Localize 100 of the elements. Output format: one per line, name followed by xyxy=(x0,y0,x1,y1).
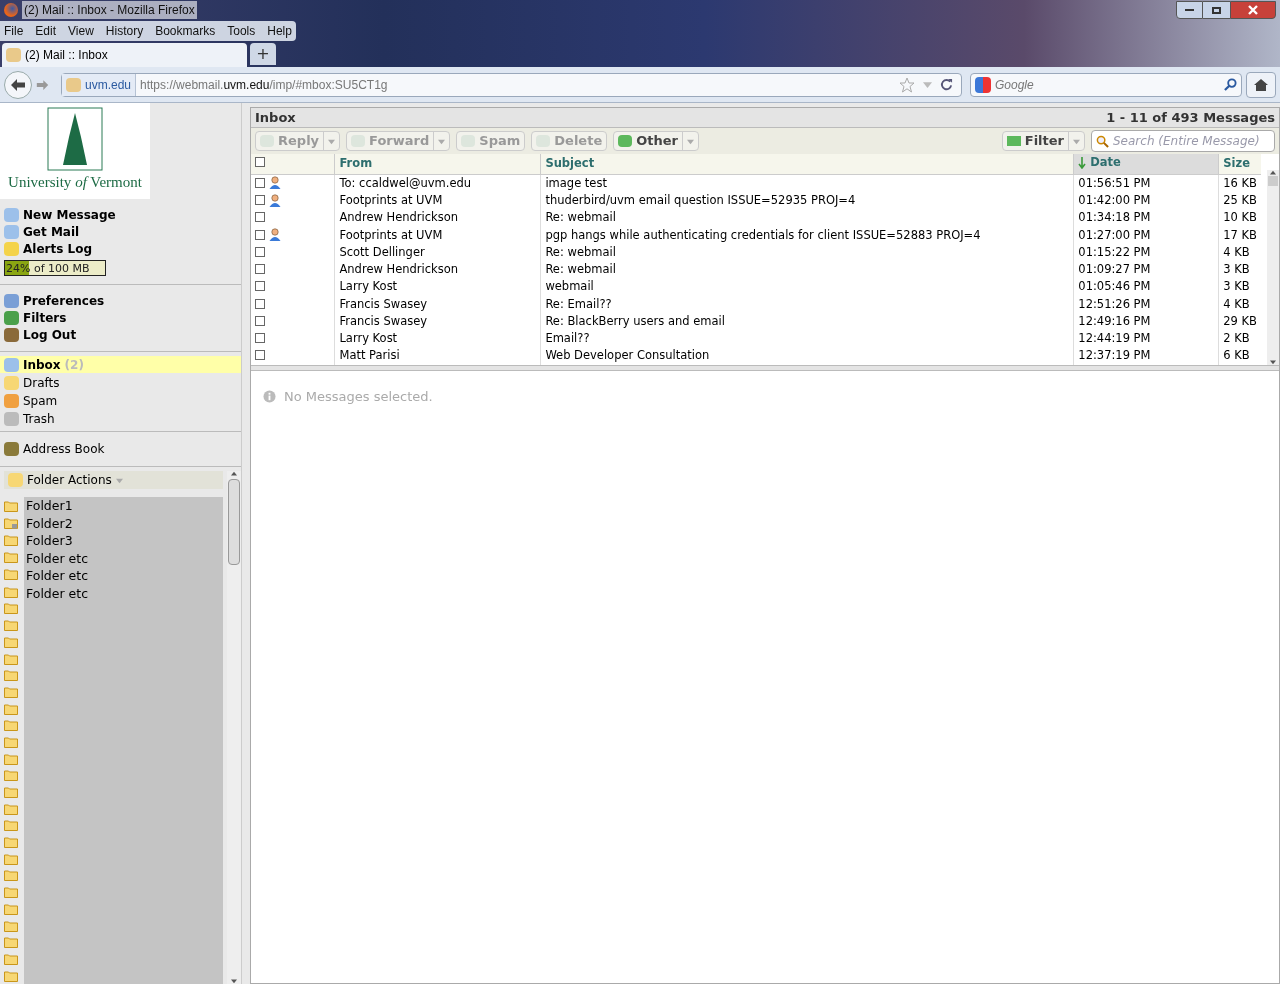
menu-item[interactable]: Tools xyxy=(227,22,256,40)
menu-item[interactable]: Edit xyxy=(35,22,57,40)
toolbar-button[interactable]: Other xyxy=(613,131,699,151)
sidebar-link[interactable]: Log Out xyxy=(23,326,77,344)
row-checkbox[interactable] xyxy=(255,177,265,188)
folder-icon xyxy=(4,902,18,915)
message-row[interactable]: Francis Swasey Re: Email?? 12:51:26 PM 4 KB xyxy=(251,295,1261,313)
sidebar-link[interactable]: New Message xyxy=(23,206,116,224)
maximize-button[interactable] xyxy=(1203,1,1230,19)
column-header[interactable]: From xyxy=(334,154,541,175)
search-field[interactable]: Google xyxy=(970,72,1242,97)
minimize-button[interactable] xyxy=(1176,1,1203,19)
search-icon xyxy=(1096,134,1109,148)
menu-item[interactable]: Bookmarks xyxy=(155,22,216,40)
menu-item[interactable]: Help xyxy=(267,22,292,40)
folder-actions-bar[interactable]: Folder Actions xyxy=(4,471,223,489)
menu-item[interactable]: History xyxy=(105,22,144,40)
folder-item[interactable]: Folder etc xyxy=(24,567,223,585)
menu-item[interactable]: View xyxy=(68,22,94,40)
row-checkbox[interactable] xyxy=(255,315,265,326)
mailbox-item[interactable]: Inbox (2) xyxy=(0,356,241,373)
subject-cell: image test xyxy=(540,174,1074,193)
row-checkbox[interactable] xyxy=(255,229,265,240)
scroll-down-arrow-icon[interactable] xyxy=(231,978,237,984)
search-icon[interactable] xyxy=(1224,78,1237,91)
subject-cell: webmail xyxy=(540,278,1074,296)
sender-cell: Larry Kost xyxy=(334,330,541,348)
message-row[interactable]: Footprints at UVM pgp hangs while authenticating credentials for client ISSUE=52883 PROJ=4 01:27:00 PM 17 KB xyxy=(251,226,1261,244)
mailbox-item[interactable]: Spam xyxy=(0,392,241,409)
folder-item[interactable]: Folder3 xyxy=(24,532,223,550)
mailbox-item[interactable]: Trash xyxy=(0,410,241,427)
size-cell: 6 KB xyxy=(1218,347,1261,365)
folder-icon xyxy=(4,702,18,715)
subject-cell: Re: BlackBerry users and email xyxy=(540,312,1074,331)
scrollbar[interactable] xyxy=(227,471,241,984)
sidebar-link[interactable]: Preferences xyxy=(23,292,105,310)
row-checkbox[interactable] xyxy=(255,212,265,223)
date-cell: 01:27:00 PM xyxy=(1073,226,1219,244)
message-count: 1 - 11 of 493 Messages xyxy=(1106,108,1275,127)
row-checkbox[interactable] xyxy=(255,298,265,309)
message-row[interactable]: Larry Kost webmail 01:05:46 PM 3 KB xyxy=(251,278,1261,296)
mailbox-item[interactable]: Drafts xyxy=(0,374,241,391)
sidebar-link[interactable]: Filters xyxy=(23,309,67,327)
scroll-up-arrow-icon[interactable] xyxy=(231,471,237,477)
size-cell: 4 KB xyxy=(1218,295,1261,313)
sidebar-link[interactable]: Address Book xyxy=(23,440,105,458)
folder-item[interactable]: Folder2 xyxy=(24,514,223,532)
message-row[interactable]: To: ccaldwel@uvm.edu image test 01:56:51 PM 16 KB xyxy=(251,174,1261,193)
url-field[interactable]: uvm.edu https://webmail.uvm.edu/imp/#mbox:SU5CT1g xyxy=(61,72,962,97)
folder-icon xyxy=(4,752,18,765)
sender-cell: Francis Swasey xyxy=(334,295,541,313)
message-row[interactable]: Footprints at UVM thuderbird/uvm email question ISSUE=52935 PROJ=4 01:42:00 PM 25 KB xyxy=(251,192,1261,210)
close-button[interactable] xyxy=(1230,1,1276,19)
row-checkbox[interactable] xyxy=(255,264,265,275)
folder-icon xyxy=(4,735,18,748)
scroll-up-arrow-icon[interactable] xyxy=(1270,170,1276,176)
size-cell: 10 KB xyxy=(1218,209,1261,227)
message-row[interactable]: Andrew Hendrickson Re: webmail 01:09:27 PM 3 KB xyxy=(251,261,1261,279)
reload-icon[interactable] xyxy=(940,78,953,91)
date-cell: 01:15:22 PM xyxy=(1073,243,1219,262)
row-checkbox[interactable] xyxy=(255,246,265,257)
sidebar-link[interactable]: Get Mail xyxy=(23,223,80,241)
size-cell: 2 KB xyxy=(1218,330,1261,348)
row-checkbox[interactable] xyxy=(255,333,265,344)
sender-cell: Larry Kost xyxy=(334,278,541,296)
browser-logo-icon xyxy=(4,3,18,17)
home-button[interactable] xyxy=(1246,71,1276,98)
scroll-down-arrow-icon[interactable] xyxy=(1270,358,1276,365)
folder-icon xyxy=(4,852,18,865)
row-checkbox[interactable] xyxy=(255,281,265,292)
folder-item[interactable]: Folder etc xyxy=(24,549,223,567)
new-tab-button[interactable]: + xyxy=(250,43,276,65)
scroll-thumb[interactable] xyxy=(1268,176,1278,186)
message-row[interactable]: Francis Swasey Re: BlackBerry users and email 12:49:16 PM 29 KB xyxy=(251,312,1261,331)
folder-icon xyxy=(4,619,18,632)
back-button[interactable] xyxy=(4,70,32,99)
filter-button[interactable]: Filter xyxy=(1001,131,1085,151)
browser-tab[interactable]: (2) Mail :: Inbox xyxy=(2,43,247,67)
select-all-checkbox[interactable] xyxy=(255,157,265,168)
url-text: https://webmail.uvm.edu/imp/#mbox:SU5CT1g xyxy=(139,76,389,94)
message-row[interactable]: Andrew Hendrickson Re: webmail 01:34:18 PM 10 KB xyxy=(251,209,1261,227)
row-checkbox[interactable] xyxy=(255,350,265,361)
message-row[interactable]: Larry Kost Email?? 12:44:19 PM 2 KB xyxy=(251,330,1261,348)
message-row[interactable]: Scott Dellinger Re: webmail 01:15:22 PM 4 KB xyxy=(251,243,1261,262)
folder-item[interactable]: Folder etc xyxy=(24,584,223,602)
list-scrollbar[interactable] xyxy=(1267,170,1279,365)
column-header[interactable]: Subject xyxy=(540,154,1074,175)
date-cell: 12:51:26 PM xyxy=(1073,295,1219,313)
row-checkbox[interactable] xyxy=(255,195,265,206)
column-header[interactable]: Date xyxy=(1073,154,1219,175)
folder-icon xyxy=(4,952,18,965)
message-row[interactable]: Matt Parisi Web Developer Consultation 12:37:19 PM 6 KB xyxy=(251,347,1261,365)
date-cell: 12:49:16 PM xyxy=(1073,312,1219,331)
star-icon[interactable] xyxy=(899,76,915,93)
menu-item[interactable]: File xyxy=(4,22,24,40)
sidebar-link[interactable]: Alerts Log xyxy=(23,240,92,258)
scroll-thumb[interactable] xyxy=(228,479,240,565)
folder-item[interactable]: Folder1 xyxy=(24,497,223,515)
sender-cell: Andrew Hendrickson xyxy=(334,261,541,279)
column-header[interactable]: Size xyxy=(1218,154,1261,175)
